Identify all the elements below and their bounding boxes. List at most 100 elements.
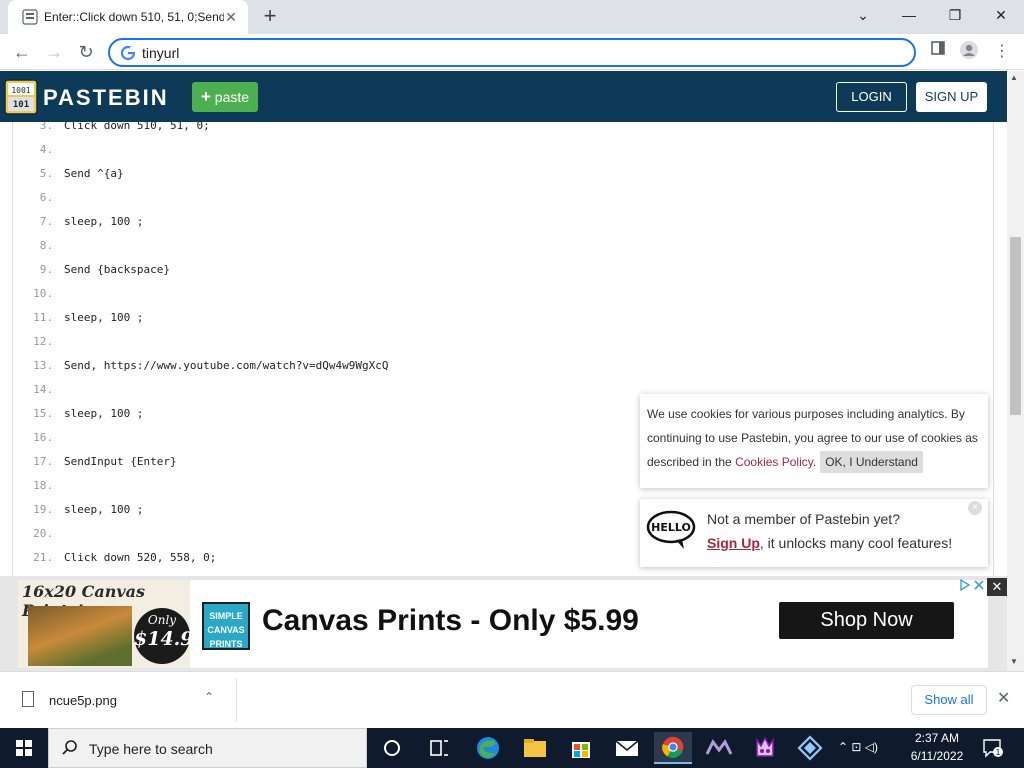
- side-panel-icon[interactable]: [926, 40, 950, 64]
- line-number: 15.: [33, 407, 53, 420]
- promo-line-2-rest: , it unlocks many cool features!: [759, 535, 953, 551]
- game-app-icon[interactable]: [747, 732, 783, 764]
- line-text: SendInput {Enter}: [64, 455, 177, 468]
- ad-shop-now-button[interactable]: Shop Now: [779, 602, 954, 639]
- line-text: Send ^{a}: [64, 167, 124, 180]
- pastebin-favicon-icon: [22, 9, 38, 25]
- window-close-button[interactable]: ✕: [978, 0, 1024, 30]
- line-number: 9.: [39, 263, 53, 276]
- code-line: 8.: [13, 234, 993, 258]
- browser-menu-icon[interactable]: ⋮: [990, 40, 1014, 64]
- profile-avatar-icon[interactable]: [957, 40, 981, 64]
- ad-family-photo: [28, 606, 132, 666]
- download-bar-close-icon[interactable]: ✕: [997, 688, 1010, 708]
- ad-choices-icon[interactable]: [959, 578, 987, 594]
- cortana-icon[interactable]: [374, 732, 410, 764]
- login-button[interactable]: LOGIN: [836, 82, 907, 112]
- microsoft-store-icon[interactable]: [563, 732, 599, 764]
- line-number: 11.: [33, 311, 53, 324]
- line-text: Click down 510, 51, 0;: [64, 122, 210, 132]
- line-number: 10.: [33, 287, 53, 300]
- app-diamond-icon[interactable]: [792, 732, 828, 764]
- new-paste-label: paste: [214, 89, 250, 105]
- line-number: 7.: [39, 215, 53, 228]
- google-icon: [120, 45, 136, 61]
- line-number: 21.: [33, 551, 53, 564]
- minimize-button[interactable]: —: [886, 0, 932, 30]
- line-number: 13.: [33, 359, 53, 372]
- ad-close-button[interactable]: ✕: [987, 578, 1007, 596]
- cookie-text-end: .: [812, 455, 817, 469]
- ad-brand-line-3: PRINTS: [209, 639, 243, 649]
- ad-badge-only: Only: [147, 613, 177, 627]
- new-tab-button[interactable]: +: [258, 4, 282, 28]
- signup-button[interactable]: SIGN UP: [916, 82, 987, 112]
- windows-taskbar: Type here to search ⌃ ⊡ ◁) 2:37 AM 6/11/…: [0, 728, 1024, 768]
- file-icon: [22, 691, 34, 707]
- page-scrollbar[interactable]: ▲ ▼: [1007, 71, 1024, 671]
- line-number: 17.: [33, 455, 53, 468]
- line-number: 4.: [39, 143, 53, 156]
- ad-banner[interactable]: 16x20 Canvas Prints! Only $14.99 SIMPLE …: [0, 576, 1007, 671]
- code-line: 10.: [13, 282, 993, 306]
- notification-center-icon[interactable]: 1: [982, 738, 1004, 758]
- task-view-icon[interactable]: [421, 732, 457, 764]
- tab-title: Enter::Click down 510, 51, 0;Send: [44, 10, 224, 24]
- reload-button[interactable]: ↻: [72, 38, 100, 66]
- vegas-pro-icon[interactable]: [701, 732, 737, 764]
- promo-close-icon[interactable]: ×: [968, 501, 982, 515]
- line-text: sleep, 100 ;: [64, 503, 144, 516]
- chevron-up-icon[interactable]: ⌃: [204, 690, 214, 704]
- svg-text:101: 101: [13, 100, 29, 110]
- code-line: 13. Send, https://www.youtube.com/watch?v…: [13, 354, 993, 378]
- line-number: 18.: [33, 479, 53, 492]
- back-button[interactable]: ←: [8, 38, 36, 66]
- scroll-down-icon[interactable]: ▼: [1010, 657, 1018, 666]
- ad-creative[interactable]: 16x20 Canvas Prints! Only $14.99 SIMPLE …: [18, 580, 988, 668]
- tab-close-icon[interactable]: ✕: [222, 8, 240, 26]
- chrome-icon[interactable]: [654, 732, 692, 764]
- download-file-name[interactable]: ncue5p.png: [49, 693, 117, 708]
- taskbar-date[interactable]: 6/11/2022: [908, 749, 966, 763]
- show-all-button[interactable]: Show all: [911, 685, 987, 715]
- windows-start-icon[interactable]: [0, 728, 48, 768]
- forward-button[interactable]: →: [40, 38, 68, 66]
- browser-toolbar: ← → ↻ ⋮: [0, 34, 1024, 70]
- cookie-accept-button[interactable]: OK, I Understand: [820, 451, 923, 473]
- promo-line-2: Sign Up, it unlocks many cool features!: [707, 535, 952, 551]
- taskbar-search-placeholder: Type here to search: [89, 741, 213, 757]
- pastebin-logo-text[interactable]: PASTEBIN: [43, 85, 169, 111]
- cookie-text: We use cookies for various purposes incl…: [647, 402, 982, 474]
- plus-icon: +: [200, 87, 211, 106]
- member-promo: HELLO Not a member of Pastebin yet? Sign…: [640, 499, 988, 567]
- address-bar[interactable]: [108, 38, 916, 67]
- restore-button[interactable]: ❐: [932, 0, 978, 30]
- mail-icon[interactable]: [609, 732, 645, 764]
- promo-signup-link[interactable]: Sign Up: [707, 535, 760, 551]
- code-line: 9. Send {backspace}: [13, 258, 993, 282]
- system-tray[interactable]: ⌃ ⊡ ◁): [838, 740, 878, 754]
- line-number: 12.: [33, 335, 53, 348]
- line-number: 5.: [39, 167, 53, 180]
- taskbar-search-box[interactable]: Type here to search: [48, 728, 367, 768]
- scroll-thumb[interactable]: [1010, 237, 1021, 415]
- address-input[interactable]: [142, 43, 842, 63]
- browser-tab-active[interactable]: Enter::Click down 510, 51, 0;Send ✕: [8, 0, 248, 34]
- pastebin-logo-icon[interactable]: 1001 101: [4, 77, 38, 115]
- ad-badge-price: $14.99: [134, 628, 190, 650]
- code-line: 6.: [13, 186, 993, 210]
- line-text: sleep, 100 ;: [64, 311, 144, 324]
- tab-search-icon[interactable]: ⌄: [840, 0, 886, 30]
- taskbar-time[interactable]: 2:37 AM: [912, 731, 962, 745]
- cookies-policy-link[interactable]: Cookies Policy: [735, 455, 813, 469]
- code-line: 3. Click down 510, 51, 0;: [13, 122, 993, 138]
- line-number: 6.: [39, 191, 53, 204]
- new-paste-button[interactable]: + paste: [192, 82, 258, 112]
- line-text: sleep, 100 ;: [64, 215, 144, 228]
- edge-icon[interactable]: [470, 732, 506, 764]
- svg-text:1001: 1001: [11, 86, 30, 95]
- scroll-up-icon[interactable]: ▲: [1010, 73, 1018, 82]
- ad-price-badge: Only $14.99: [134, 608, 190, 664]
- ad-right-panel: SIMPLE CANVAS PRINTS Canvas Prints - Onl…: [190, 580, 988, 668]
- file-explorer-icon[interactable]: [517, 732, 553, 764]
